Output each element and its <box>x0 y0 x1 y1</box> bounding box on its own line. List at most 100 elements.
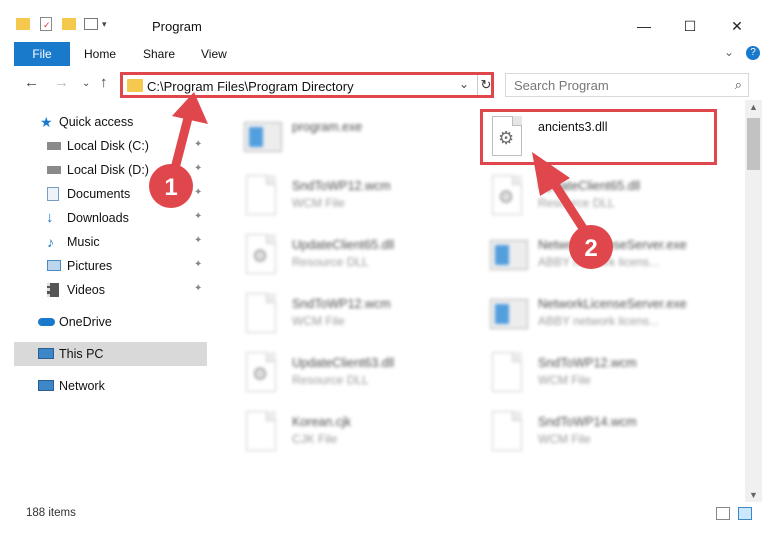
sidebar-item-label: Videos <box>67 283 105 297</box>
sidebar-item-local-disk-c[interactable]: Local Disk (C:) ✦ <box>0 134 207 158</box>
sidebar-item-network[interactable]: Network <box>0 374 207 398</box>
title-bar: ✓ ▾ Program — ☐ ✕ <box>0 0 769 40</box>
ribbon-expand-icon[interactable]: ⌄ <box>724 45 734 59</box>
file-item[interactable]: SndToWP14.wcm WCM File <box>466 405 706 461</box>
quick-access-toolbar: ✓ ▾ <box>16 14 107 34</box>
music-icon: ♪ <box>47 234 54 250</box>
pin-icon[interactable]: ✦ <box>194 139 202 150</box>
file-name: SndToWP12.wcm <box>292 179 391 193</box>
file-name: UpdateClient63.dll <box>292 356 395 370</box>
up-button[interactable]: ↑ <box>100 74 108 91</box>
file-item[interactable]: program.exe <box>220 110 460 166</box>
file-name: UpdateClient65.dll <box>538 179 641 193</box>
navigation-bar: ← → ⌄ ↑ C:\Program Files\Program Directo… <box>0 70 769 100</box>
sidebar-item-onedrive[interactable]: OneDrive <box>0 310 207 334</box>
dll-gear-icon: ⚙ <box>246 234 280 278</box>
file-item[interactable]: SndToWP12.wcm WCM File <box>466 346 706 402</box>
help-icon[interactable]: ? <box>746 46 760 60</box>
sidebar-item-local-disk-d[interactable]: Local Disk (D:) ✦ <box>0 158 207 182</box>
sidebar-item-this-pc[interactable]: This PC <box>14 342 207 366</box>
large-icons-view-icon[interactable] <box>738 507 752 520</box>
refresh-button[interactable]: ↻ <box>477 75 494 95</box>
file-item[interactable]: NetworkLicenseServer.exe ABBY network lic… <box>466 228 706 284</box>
app-icon <box>490 293 528 337</box>
search-box[interactable]: Search Program ⌕ <box>505 73 749 97</box>
drive-icon <box>47 142 61 150</box>
network-icon <box>38 380 54 391</box>
file-item[interactable]: SndToWP12.wcm WCM File <box>220 287 460 343</box>
scroll-down-icon[interactable]: ▼ <box>745 490 762 500</box>
file-name: Korean.cjk <box>292 415 352 429</box>
sidebar-item-downloads[interactable]: ↓ Downloads ✦ <box>0 206 207 230</box>
file-type: WCM File <box>292 196 345 210</box>
file-item[interactable]: Korean.cjk CJK File <box>220 405 460 461</box>
file-type: Resource DLL <box>538 196 615 210</box>
dll-gear-icon: ⚙ <box>246 352 280 396</box>
address-history-chevron-icon[interactable]: ⌄ <box>459 77 469 91</box>
pin-icon[interactable]: ✦ <box>194 211 202 222</box>
forward-button[interactable]: → <box>54 74 69 91</box>
tab-home[interactable]: Home <box>84 47 116 61</box>
exe-icon <box>244 116 282 160</box>
document-icon <box>492 352 526 396</box>
document-icon <box>246 411 280 455</box>
close-button[interactable]: ✕ <box>714 12 760 40</box>
maximize-button[interactable]: ☐ <box>667 12 713 40</box>
sidebar-item-label: Music <box>67 235 100 249</box>
cloud-icon <box>38 318 55 326</box>
sidebar-item-pictures[interactable]: Pictures ✦ <box>0 254 207 278</box>
sidebar-item-videos[interactable]: Videos ✦ <box>0 278 207 302</box>
sidebar-item-label: This PC <box>59 347 104 361</box>
details-view-icon[interactable] <box>716 507 730 520</box>
vertical-scrollbar[interactable]: ▲ ▼ <box>745 100 762 502</box>
tab-share[interactable]: Share <box>143 47 175 61</box>
star-icon: ★ <box>40 114 53 130</box>
address-path[interactable]: C:\Program Files\Program Directory <box>147 79 354 94</box>
pin-icon[interactable]: ✦ <box>194 259 202 270</box>
file-name: NetworkLicenseServer.exe <box>538 238 687 252</box>
file-name: program.exe <box>292 120 363 134</box>
search-input[interactable]: Search Program <box>514 78 609 93</box>
new-folder-icon[interactable] <box>62 18 76 30</box>
tab-view[interactable]: View <box>201 47 227 61</box>
recent-locations-button[interactable]: ⌄ <box>82 78 90 89</box>
tab-file[interactable]: File <box>14 42 70 66</box>
drive-icon <box>47 166 61 174</box>
file-name: SndToWP14.wcm <box>538 415 637 429</box>
pin-icon[interactable]: ✦ <box>194 235 202 246</box>
download-icon: ↓ <box>46 209 54 226</box>
pin-icon[interactable]: ✦ <box>194 187 202 198</box>
file-item[interactable]: ⚙ UpdateClient63.dll Resource DLL <box>220 346 460 402</box>
file-type: WCM File <box>538 432 591 446</box>
minimize-button[interactable]: — <box>621 12 667 40</box>
sidebar-item-label: Documents <box>67 187 131 201</box>
sidebar-item-documents[interactable]: Documents ✦ <box>0 182 207 206</box>
sidebar-item-label: Downloads <box>67 211 129 225</box>
scroll-thumb[interactable] <box>747 118 760 170</box>
customize-chevron-icon[interactable]: ▾ <box>102 19 107 30</box>
pictures-icon <box>47 260 61 271</box>
sidebar-item-music[interactable]: ♪ Music ✦ <box>0 230 207 254</box>
scroll-up-icon[interactable]: ▲ <box>745 102 762 112</box>
pin-icon[interactable]: ✦ <box>194 283 202 294</box>
app-icon <box>490 234 528 278</box>
folder-icon[interactable] <box>16 18 30 30</box>
dll-gear-icon: ⚙ <box>492 175 526 219</box>
file-item[interactable]: NetworkLicenseServer.exe ABBY network lic… <box>466 287 706 343</box>
window-title: Program <box>152 19 202 34</box>
pin-icon[interactable]: ✦ <box>194 163 202 174</box>
sidebar-item-quick-access[interactable]: ★ Quick access <box>0 110 207 134</box>
customize-toolbar-icon[interactable] <box>84 18 98 30</box>
file-item[interactable]: ⚙ UpdateClient65.dll Resource DLL <box>466 169 706 225</box>
file-type: ABBY network licens... <box>538 314 660 328</box>
sidebar-item-label: Quick access <box>59 115 134 129</box>
item-count: 188 items <box>26 507 76 519</box>
sidebar-item-label: Local Disk (C:) <box>67 139 149 153</box>
properties-icon[interactable]: ✓ <box>40 17 52 31</box>
file-item[interactable]: SndToWP12.wcm WCM File <box>220 169 460 225</box>
back-button[interactable]: ← <box>24 74 39 91</box>
address-bar[interactable]: C:\Program Files\Program Directory ⌄ ↻ <box>120 72 494 98</box>
file-item[interactable]: ⚙ UpdateClient65.dll Resource DLL <box>220 228 460 284</box>
search-icon[interactable]: ⌕ <box>735 77 742 93</box>
status-bar: 188 items <box>0 502 769 535</box>
